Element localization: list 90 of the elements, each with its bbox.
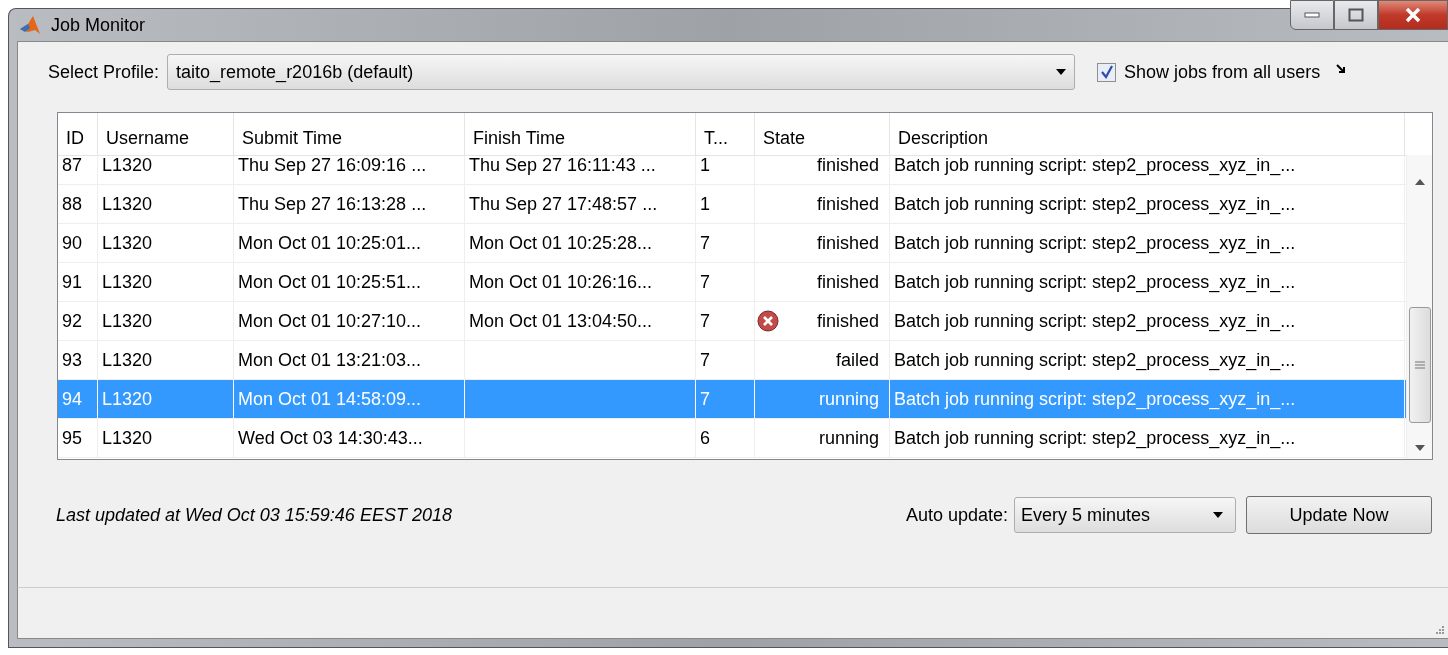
table-cell: L1320	[102, 388, 153, 410]
column-header[interactable]: Description	[890, 113, 1405, 155]
table-cell: Thu Sep 27 16:09:16 ...	[238, 156, 427, 176]
auto-update-dropdown[interactable]: Every 5 minutes	[1014, 497, 1236, 533]
scrollbar-thumb[interactable]	[1408, 307, 1431, 423]
table-cell: L1320	[102, 310, 153, 332]
maximize-icon	[1348, 8, 1364, 22]
table-row[interactable]: 91 L1320 Mon Oct 01 10:25:51... Mon Oct 01 10:26:16... 7 finished Batch job running script: step2_process_xyz_in_...	[58, 263, 1406, 302]
job-state: running	[818, 388, 879, 410]
close-icon	[1404, 7, 1422, 23]
profile-label: Select Profile:	[48, 61, 160, 83]
table-cell: L1320	[102, 156, 153, 176]
table-cell: Mon Oct 01 13:04:50...	[469, 310, 653, 332]
resize-grip-icon[interactable]	[1434, 624, 1444, 634]
table-row[interactable]: 87 L1320 Thu Sep 27 16:09:16 ... Thu Sep 27 16:11:43 ... 1 finished Batch job running script: step2_process_xyz_in_...	[58, 156, 1406, 185]
table-cell: L1320	[102, 349, 153, 371]
peak-logo-icon	[19, 15, 41, 35]
checkbox[interactable]	[1097, 62, 1117, 82]
column-header[interactable]: Username	[98, 113, 234, 155]
table-cell: 7	[700, 232, 710, 254]
table-cell: Batch job running script: step2_process_xyz_in_...	[894, 310, 1296, 332]
table-cell: 7	[700, 388, 710, 410]
table-cell: Mon Oct 01 10:25:01...	[238, 232, 422, 254]
table-cell: L1320	[102, 427, 153, 449]
table-cell: Wed Oct 03 14:30:43...	[238, 427, 423, 449]
table-cell: Thu Sep 27 16:13:28 ...	[238, 193, 427, 215]
table-row[interactable]: 88 L1320 Thu Sep 27 16:13:28 ... Thu Sep 27 17:48:57 ... 1 finished Batch job running script: step2_process_xyz_in_...	[58, 185, 1406, 224]
table-cell: Mon Oct 01 10:25:51...	[238, 271, 422, 293]
table-cell: 7	[700, 271, 710, 293]
table-cell: L1320	[102, 232, 153, 254]
table-cell: Thu Sep 27 17:48:57 ...	[469, 193, 658, 215]
table-cell: Batch job running script: step2_process_xyz_in_...	[894, 427, 1296, 449]
minimize-button[interactable]	[1290, 0, 1334, 30]
table-cell: 93	[62, 349, 83, 371]
column-header[interactable]: Finish Time	[465, 113, 696, 155]
job-state: finished	[816, 156, 879, 176]
caret-icon	[1056, 69, 1067, 75]
update-now-button[interactable]: Update Now	[1246, 496, 1432, 534]
job-state: finished	[816, 271, 879, 293]
last-updated-text: Last updated at Wed Oct 03 15:59:46 EEST 2018	[56, 504, 452, 526]
table-cell: L1320	[102, 271, 153, 293]
checkbox-label: Show jobs from all users	[1124, 61, 1321, 83]
window-title: Job Monitor	[51, 14, 146, 36]
minimize-icon	[1304, 11, 1320, 19]
scroll-down-icon[interactable]	[1414, 445, 1425, 451]
auto-update-label: Auto update:	[905, 504, 1008, 526]
table-cell: 90	[62, 232, 83, 254]
scroll-up-icon[interactable]	[1414, 179, 1425, 185]
table-row[interactable]: 90 L1320 Mon Oct 01 10:25:01... Mon Oct 01 10:25:28... 7 finished Batch job running script: step2_process_xyz_in_...	[58, 224, 1406, 263]
column-header[interactable]: T...	[696, 113, 755, 155]
scrollbar[interactable]	[1406, 155, 1432, 459]
close-button[interactable]	[1378, 0, 1448, 30]
table-cell: Mon Oct 01 14:58:09...	[238, 388, 422, 410]
table-cell: Mon Oct 01 13:21:03...	[238, 349, 422, 371]
maximize-button[interactable]	[1334, 0, 1378, 30]
table-cell: 88	[62, 193, 83, 215]
column-header[interactable]: Submit Time	[234, 113, 465, 155]
column-header[interactable]: State	[755, 113, 890, 155]
job-state: running	[818, 427, 879, 449]
table-cell: Thu Sep 27 16:11:43 ...	[469, 156, 656, 176]
caret-icon	[1213, 512, 1223, 518]
table-cell: 7	[700, 349, 710, 371]
job-state: finished	[816, 310, 879, 332]
table-row[interactable]: 95 L1320 Wed Oct 03 14:30:43... 6 running Batch job running script: step2_process_xyz_in_...	[58, 419, 1406, 458]
table-cell: 87	[62, 156, 83, 176]
undock-arrow-icon[interactable]	[1336, 64, 1347, 74]
table-cell: 1	[700, 193, 710, 215]
table-cell: Mon Oct 01 10:25:28...	[469, 232, 653, 254]
table-cell: 6	[700, 427, 710, 449]
table-cell: Batch job running script: step2_process_xyz_in_...	[894, 193, 1296, 215]
table-cell: 91	[62, 271, 83, 293]
table-cell: 94	[62, 388, 83, 410]
column-header[interactable]: ID	[58, 113, 98, 155]
table-cell: Batch job running script: step2_process_xyz_in_...	[894, 388, 1296, 410]
table-cell: Batch job running script: step2_process_xyz_in_...	[894, 349, 1296, 371]
table-cell: Batch job running script: step2_process_xyz_in_...	[894, 271, 1296, 293]
table-cell: Mon Oct 01 10:27:10...	[238, 310, 422, 332]
table-cell: 92	[62, 310, 83, 332]
job-state: finished	[816, 193, 879, 215]
table-row[interactable]: 92 L1320 Mon Oct 01 10:27:10... Mon Oct 01 13:04:50... 7 finished Batch job running script: step2_process_xyz_in_...	[58, 302, 1406, 341]
table-cell: 1	[700, 156, 710, 176]
table-cell: 95	[62, 427, 83, 449]
table-cell: L1320	[102, 193, 153, 215]
table-cell: Batch job running script: step2_process_xyz_in_...	[894, 232, 1296, 254]
table-cell: Mon Oct 01 10:26:16...	[469, 271, 653, 293]
job-state: finished	[816, 232, 879, 254]
job-state: failed	[835, 349, 879, 371]
table-cell: 7	[700, 310, 710, 332]
profile-dropdown[interactable]: taito_remote_r2016b (default)	[167, 54, 1076, 90]
table-cell: Batch job running script: step2_process_xyz_in_...	[894, 156, 1296, 176]
